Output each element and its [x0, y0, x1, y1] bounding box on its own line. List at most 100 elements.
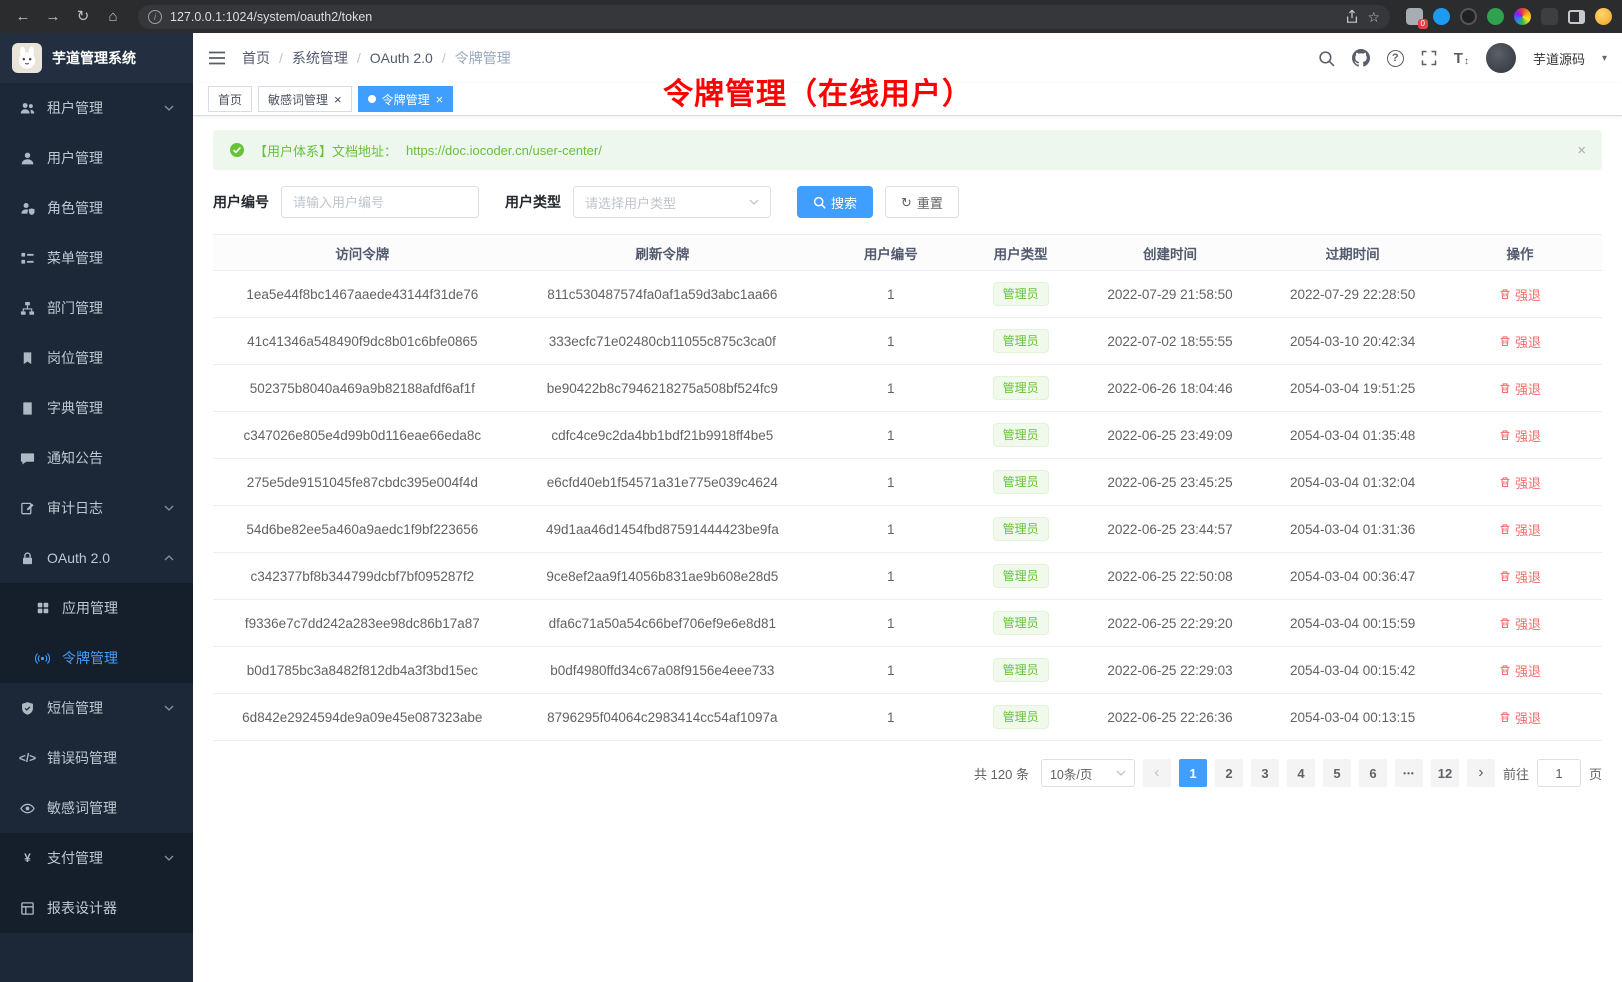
github-icon[interactable] [1352, 49, 1370, 67]
search-icon[interactable] [1318, 50, 1335, 67]
page-number-button[interactable]: ••• [1395, 759, 1423, 787]
bookmark-star-icon[interactable]: ☆ [1367, 10, 1380, 24]
extension-green-icon[interactable] [1487, 8, 1504, 25]
fullscreen-icon[interactable] [1421, 50, 1437, 66]
access-token-cell: f9336e7c7dd242a283ee98dc86b17a87 [213, 600, 512, 647]
browser-profile-avatar[interactable] [1595, 8, 1612, 25]
breadcrumb-item[interactable]: OAuth 2.0 [370, 50, 433, 66]
access-token-cell: 6d842e2924594de9a09e45e087323abe [213, 694, 512, 741]
browser-back-icon[interactable]: ← [10, 9, 36, 24]
sidebar-item-post[interactable]: 岗位管理 [0, 333, 193, 383]
next-page-button[interactable]: › [1467, 759, 1495, 787]
force-logout-button[interactable]: 强退 [1499, 473, 1541, 492]
user-menu-caret-icon[interactable]: ▾ [1602, 53, 1607, 64]
browser-home-icon[interactable]: ⌂ [100, 9, 126, 24]
page-number-button[interactable]: 4 [1287, 759, 1315, 787]
sidebar-item-token-manage[interactable]: 令牌管理 [0, 633, 193, 683]
sidebar-item-label: 敏感词管理 [47, 798, 117, 818]
sidebar-item-error-code[interactable]: </> 错误码管理 [0, 733, 193, 783]
hamburger-icon[interactable] [208, 50, 226, 66]
sidebar-item-label: 角色管理 [47, 198, 103, 218]
help-icon[interactable]: ? [1387, 50, 1404, 67]
delete-icon [1499, 617, 1511, 629]
extension-dark-icon[interactable] [1460, 8, 1477, 25]
prev-page-button[interactable]: ‹ [1143, 759, 1171, 787]
user-id-input[interactable] [281, 186, 479, 218]
share-icon[interactable] [1345, 9, 1359, 24]
extension-gray-icon[interactable] [1541, 8, 1558, 25]
url-bar[interactable]: i 127.0.0.1:1024/system/oauth2/token ☆ [138, 5, 1390, 29]
force-logout-button[interactable]: 强退 [1499, 661, 1541, 680]
sidebar-item-audit-log[interactable]: 审计日志 [0, 483, 193, 533]
tab-close-icon[interactable]: × [436, 93, 444, 106]
force-logout-label: 强退 [1515, 520, 1541, 539]
sidebar-item-label: 短信管理 [47, 698, 103, 718]
user-id-cell: 1 [813, 271, 969, 318]
sidebar-item-sms[interactable]: 短信管理 [0, 683, 193, 733]
force-logout-button[interactable]: 强退 [1499, 379, 1541, 398]
sidebar-item-role[interactable]: 角色管理 [0, 183, 193, 233]
user-type-select[interactable]: 请选择用户类型 [573, 186, 771, 218]
sidebar-item-tenant[interactable]: 租户管理 [0, 83, 193, 133]
user-name[interactable]: 芋道源码 [1533, 49, 1585, 68]
sidebar-item-app-manage[interactable]: 应用管理 [0, 583, 193, 633]
force-logout-button[interactable]: 强退 [1499, 285, 1541, 304]
sidebar-item-notice[interactable]: 通知公告 [0, 433, 193, 483]
user-type-cell: 管理员 [969, 318, 1073, 365]
sidebar-item-user[interactable]: 用户管理 [0, 133, 193, 183]
user-type-cell: 管理员 [969, 412, 1073, 459]
goto-page-input[interactable] [1537, 759, 1581, 787]
access-token-cell: c342377bf8b344799dcbf7bf095287f2 [213, 553, 512, 600]
page-number-button[interactable]: 2 [1215, 759, 1243, 787]
browser-reload-icon[interactable]: ↻ [70, 9, 96, 24]
force-logout-label: 强退 [1515, 332, 1541, 351]
sidebar-item-oauth[interactable]: OAuth 2.0 [0, 533, 193, 583]
force-logout-button[interactable]: 强退 [1499, 332, 1541, 351]
sidebar-item-report-designer[interactable]: 报表设计器 [0, 883, 193, 933]
audit-log-icon [19, 500, 36, 517]
page-number-button[interactable]: 5 [1323, 759, 1351, 787]
page-number-button[interactable]: 3 [1251, 759, 1279, 787]
user-avatar[interactable] [1486, 43, 1516, 73]
site-info-icon[interactable]: i [148, 10, 162, 24]
tab-sensitive-words[interactable]: 敏感词管理 × [258, 86, 352, 112]
force-logout-button[interactable]: 强退 [1499, 614, 1541, 633]
extension-pinwheel-icon[interactable] [1514, 8, 1531, 25]
access-token-cell: b0d1785bc3a8482f812db4a3f3bd15ec [213, 647, 512, 694]
search-button[interactable]: 搜索 [797, 186, 873, 218]
app-logo[interactable]: 芋道管理系统 [0, 33, 193, 83]
force-logout-button[interactable]: 强退 [1499, 567, 1541, 586]
sidebar-item-dict[interactable]: 字典管理 [0, 383, 193, 433]
force-logout-button[interactable]: 强退 [1499, 520, 1541, 539]
breadcrumb-item[interactable]: 首页 [242, 48, 270, 68]
user-type-badge: 管理员 [993, 329, 1049, 353]
sidebar-item-dept[interactable]: 部门管理 [0, 283, 193, 333]
sidebar-item-sensitive-words[interactable]: 敏感词管理 [0, 783, 193, 833]
table-row: 6d842e2924594de9a09e45e087323abe 8796295… [213, 694, 1602, 741]
alert-close-icon[interactable]: × [1577, 142, 1586, 159]
tab-token-manage[interactable]: 令牌管理 × [358, 86, 454, 112]
browser-forward-icon[interactable]: → [40, 9, 66, 24]
page-number-button[interactable]: 6 [1359, 759, 1387, 787]
logo-avatar [12, 43, 42, 73]
page-size-select[interactable]: 10条/页 [1041, 759, 1135, 787]
reset-button[interactable]: ↻ 重置 [885, 186, 959, 218]
access-token-cell: 54d6be82ee5a460a9aedc1f9bf223656 [213, 506, 512, 553]
font-size-icon[interactable]: T↕ [1454, 50, 1469, 67]
extension-bird-icon[interactable] [1433, 8, 1450, 25]
extension-shield-icon[interactable]: 0 [1406, 8, 1423, 25]
breadcrumb-item[interactable]: 系统管理 [292, 48, 348, 68]
page-number-button[interactable]: 12 [1431, 759, 1459, 787]
force-logout-button[interactable]: 强退 [1499, 426, 1541, 445]
force-logout-button[interactable]: 强退 [1499, 708, 1541, 727]
tab-home[interactable]: 首页 [208, 86, 252, 112]
doc-link[interactable]: https://doc.iocoder.cn/user-center/ [406, 143, 602, 158]
sidebar-panel-icon[interactable] [1568, 10, 1585, 24]
tab-close-icon[interactable]: × [334, 93, 342, 106]
refresh-token-cell: 8796295f04064c2983414cc54af1097a [512, 694, 813, 741]
force-logout-label: 强退 [1515, 708, 1541, 727]
page-number-button[interactable]: 1 [1179, 759, 1207, 787]
force-logout-label: 强退 [1515, 426, 1541, 445]
sidebar-item-payment[interactable]: ¥ 支付管理 [0, 833, 193, 883]
sidebar-item-menu[interactable]: 菜单管理 [0, 233, 193, 283]
